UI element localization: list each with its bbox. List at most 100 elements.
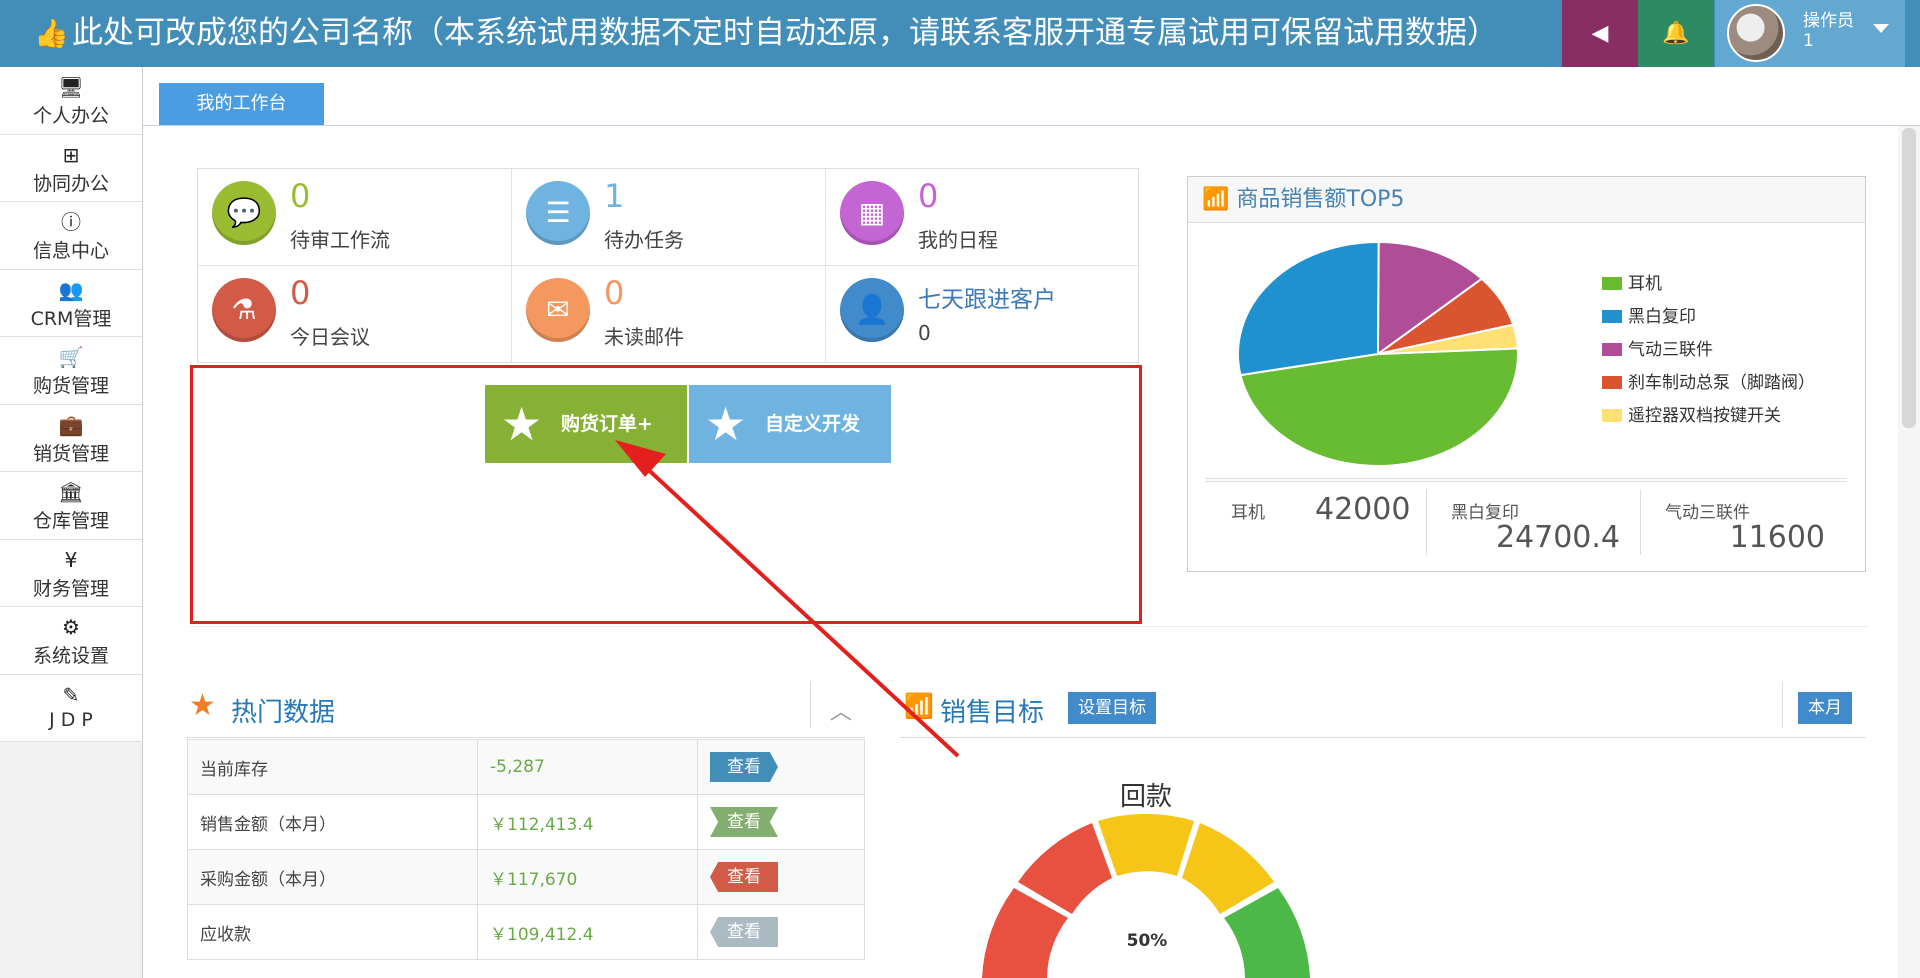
sidebar-item-warehouse[interactable]: 🏛 仓库管理 [0, 472, 142, 540]
sidebar: 🖥 个人办公 ⊞ 协同办公 ⓘ 信息中心 👥 CRM管理 🛒 购货管理 💼 销货管理 🏛 仓库… [0, 67, 143, 978]
metric-value: 24700.4 [1495, 520, 1620, 555]
stat-label: 未读邮件 [604, 325, 684, 349]
stat-label: 今日会议 [290, 325, 370, 349]
briefcase-icon: 💼 [58, 412, 84, 437]
stat-value: 0 [918, 177, 939, 215]
row-name: 应收款 [187, 904, 478, 960]
stat-value: 0 [604, 274, 625, 312]
notification-button[interactable]: 🔔 [1638, 0, 1714, 67]
star-icon: ★ [501, 397, 543, 451]
sales-target-header: 📶 销售目标 设置目标 本月 [900, 682, 1866, 738]
cart-icon: 🛒 [58, 345, 84, 369]
star-icon: ★ [705, 397, 747, 451]
legend-item: 刹车制动总泵（脚踏阀） [1602, 367, 1815, 400]
avatar [1727, 4, 1785, 62]
sidebar-item-sales[interactable]: 💼 销货管理 [0, 404, 142, 472]
gauge-segment [1098, 813, 1194, 876]
sidebar-item-personal-office[interactable]: 🖥 个人办公 [0, 67, 142, 135]
company-name: 此处可改成您的公司名称（本系统试用数据不定时自动还原，请联系客服开通专属试用可保… [72, 15, 1498, 51]
metric-bw-copy: 黑白复印 24700.4 [1427, 490, 1641, 555]
legend-item: 黑白复印 [1602, 301, 1815, 334]
sidebar-item-jdp[interactable]: ✎ J D P [0, 674, 142, 742]
table-row: 采购金额（本月） ￥117,670 查看 [187, 849, 865, 905]
sidebar-item-purchase[interactable]: 🛒 购货管理 [0, 337, 142, 405]
purchase-order-button[interactable]: ★ 购货订单+ [485, 385, 687, 463]
tab-bar: 我的工作台 [143, 67, 1920, 126]
legend-label: 气动三联件 [1628, 340, 1713, 360]
sidebar-item-label: 财务管理 [32, 577, 109, 600]
stat-pending-workflow[interactable]: 💬 0 待审工作流 [198, 169, 512, 266]
sidebar-item-label: 个人办公 [32, 105, 109, 127]
user-id: 1 [1803, 31, 1814, 51]
stat-my-schedule[interactable]: ▦ 0 我的日程 [826, 169, 1140, 266]
calendar-icon: ▦ [840, 181, 904, 245]
flask-icon: ⚗ [212, 278, 276, 342]
legend-item: 遥控器双档按键开关 [1602, 400, 1815, 433]
view-button[interactable]: 查看 [710, 807, 778, 837]
metric-name: 耳机 [1231, 503, 1265, 523]
stat-label: 七天跟进客户 [918, 287, 1056, 313]
chevron-up-icon[interactable]: ︿ [830, 694, 852, 726]
pie-legend: 耳机黑白复印气动三联件刹车制动总泵（脚踏阀） 遥控器双档按键开关 [1602, 268, 1815, 433]
stat-today-meetings[interactable]: ⚗ 0 今日会议 [198, 266, 512, 363]
set-target-button[interactable]: 设置目标 [1068, 692, 1156, 724]
panel-header: 📶 商品销售额TOP5 [1188, 177, 1865, 223]
users-icon: 👥 [58, 277, 84, 302]
sidebar-item-collaboration[interactable]: ⊞ 协同办公 [0, 134, 142, 202]
view-button[interactable]: 查看 [710, 862, 778, 892]
legend-swatch [1602, 409, 1622, 422]
user-info: 操作员 1 [1803, 11, 1854, 51]
sidebar-item-crm[interactable]: 👥 CRM管理 [0, 269, 142, 337]
stats-grid: 💬 0 待审工作流 ☰ 1 待办任务 ▦ 0 我的日程 ⚗ 0 今日会议 ✉ 0… [197, 168, 1140, 363]
section-title: 热门数据 [231, 698, 336, 728]
gear-icon: ⚙ [62, 615, 80, 639]
bell-icon: 🔔 [1662, 21, 1690, 46]
top-navbar: 👍 此处可改成您的公司名称（本系统试用数据不定时自动还原，请联系客服开通专属试用可… [0, 0, 1920, 67]
view-button[interactable]: 查看 [710, 752, 778, 782]
legend-label: 耳机 [1628, 274, 1662, 294]
tab-my-workbench[interactable]: 我的工作台 [159, 83, 324, 125]
list-icon: ☰ [526, 181, 590, 245]
stat-value: 0 [290, 177, 311, 215]
row-name: 当前库存 [187, 739, 478, 795]
metric-earphone: 耳机 42000 [1205, 490, 1427, 555]
row-value: ￥117,670 [477, 849, 698, 905]
sitemap-icon: ⊞ [62, 142, 80, 167]
custom-dev-button[interactable]: ★ 自定义开发 [689, 385, 891, 463]
legend-swatch [1602, 376, 1622, 389]
section-title: 销售目标 [940, 698, 1045, 728]
monitor-icon: 🖥 [58, 75, 84, 99]
legend-label: 黑白复印 [1628, 307, 1696, 327]
panel-title: 商品销售额TOP5 [1236, 187, 1405, 212]
row-action-cell: 查看 [697, 849, 865, 905]
scrollbar-thumb[interactable] [1902, 128, 1916, 428]
hot-data-table: 当前库存 -5,287 查看 销售金额（本月） ￥112,413.4 查看 采购… [187, 739, 865, 960]
sidebar-item-label: CRM管理 [30, 307, 112, 330]
row-name: 销售金额（本月） [187, 794, 478, 850]
sidebar-item-label: 购货管理 [32, 375, 109, 397]
sidebar-item-label: 信息中心 [32, 240, 109, 262]
view-button[interactable]: 查看 [710, 917, 778, 947]
hot-data-header: ★ 热门数据 ︿ [187, 682, 865, 738]
gauge: 50% [982, 813, 1310, 978]
stat-label: 待审工作流 [290, 228, 390, 252]
table-row: 应收款 ￥109,412.4 查看 [187, 904, 865, 960]
sidebar-item-info-center[interactable]: ⓘ 信息中心 [0, 202, 142, 270]
brand[interactable]: 👍 此处可改成您的公司名称（本系统试用数据不定时自动还原，请联系客服开通专属试用可… [34, 0, 1498, 67]
scrollbar[interactable] [1898, 126, 1920, 978]
row-action-cell: 查看 [697, 739, 865, 795]
sidebar-item-settings[interactable]: ⚙ 系统设置 [0, 607, 142, 675]
stat-value: 1 [604, 177, 625, 215]
sidebar-item-finance[interactable]: ¥ 财务管理 [0, 539, 142, 607]
stat-todo-tasks[interactable]: ☰ 1 待办任务 [512, 169, 826, 266]
this-month-button[interactable]: 本月 [1798, 692, 1852, 724]
user-menu[interactable]: 操作员 1 [1715, 0, 1905, 67]
volume-button[interactable]: ◀ [1562, 0, 1638, 67]
signal-icon: 📶 [1202, 187, 1237, 212]
stat-followup-customers[interactable]: 👤 七天跟进客户 0 [826, 266, 1140, 363]
legend-swatch [1602, 343, 1622, 356]
stat-unread-mail[interactable]: ✉ 0 未读邮件 [512, 266, 826, 363]
row-name: 采购金额（本月） [187, 849, 478, 905]
legend-swatch [1602, 310, 1622, 323]
row-value: ￥112,413.4 [477, 794, 698, 850]
